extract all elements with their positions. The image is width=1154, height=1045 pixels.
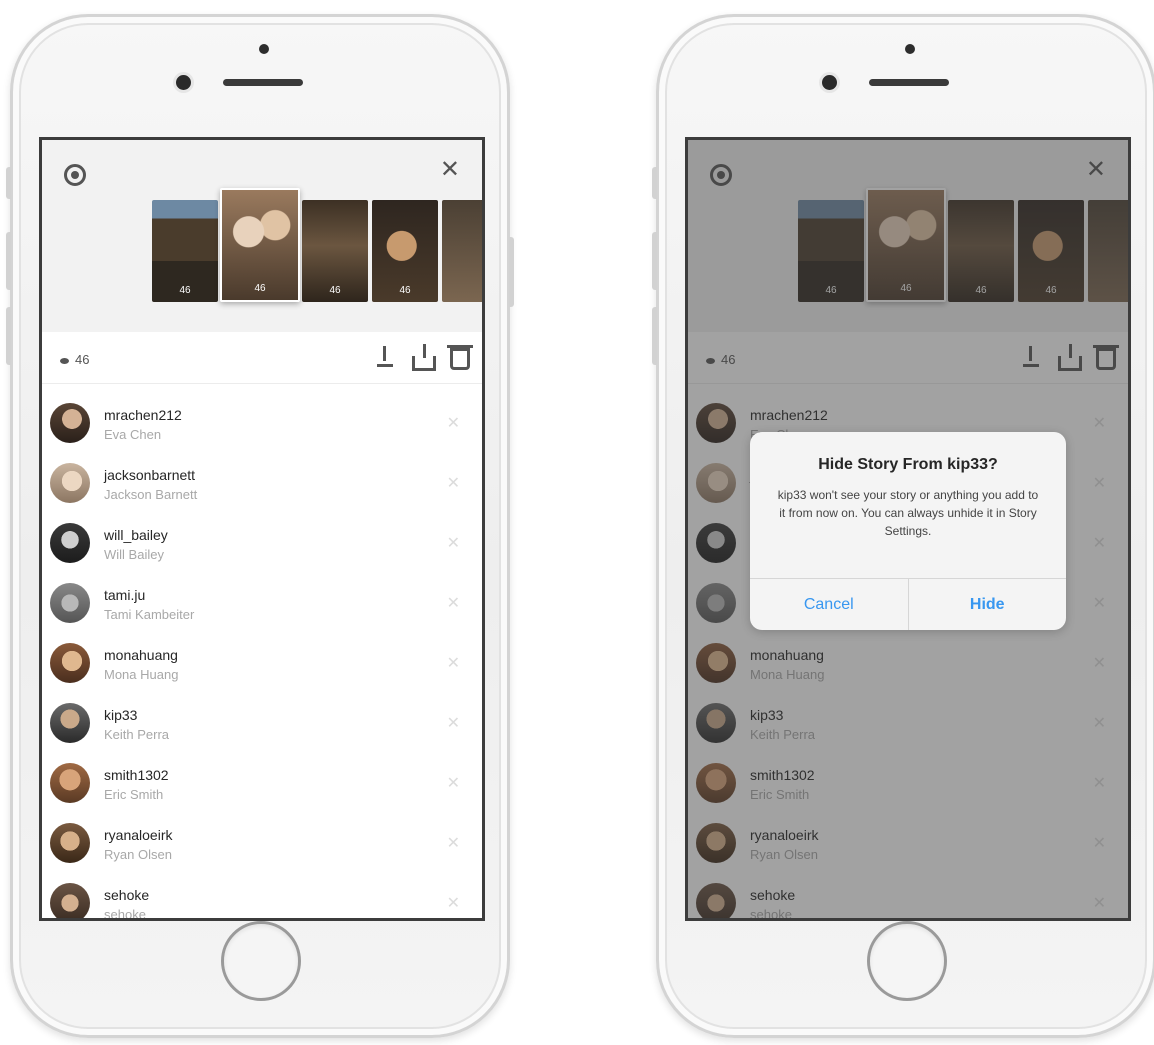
viewer-fullname: Ryan Olsen xyxy=(104,847,172,862)
list-item[interactable]: jacksonbarnett Jackson Barnett ✕ xyxy=(42,455,482,515)
viewer-username: kip33 xyxy=(104,707,138,723)
front-camera xyxy=(176,75,191,90)
trash-icon[interactable] xyxy=(447,345,473,370)
x-icon[interactable]: ✕ xyxy=(447,713,460,733)
close-icon[interactable]: ✕ xyxy=(440,158,460,182)
viewer-username: ryanaloeirk xyxy=(104,827,173,843)
mute-switch xyxy=(6,167,11,199)
viewer-fullname: Jackson Barnett xyxy=(104,487,198,502)
x-icon[interactable]: ✕ xyxy=(447,413,460,433)
dialog-message: kip33 won't see your story or anything y… xyxy=(777,488,1039,538)
viewer-username: jacksonbarnett xyxy=(104,467,196,483)
story-viewers-screen-dialog: ✕ 46 46 46 46 46 mrachen212Eva Chen✕ jac… xyxy=(685,137,1131,921)
story-thumbnail[interactable]: 46 xyxy=(152,200,218,302)
avatar[interactable] xyxy=(50,523,90,563)
viewer-username: tami.ju xyxy=(104,587,146,603)
story-thumbnail[interactable] xyxy=(442,200,482,302)
phone-right: ✕ 46 46 46 46 46 mrachen212Eva Chen✕ jac… xyxy=(652,14,1154,1038)
story-thumbnail-strip[interactable]: 46 46 46 46 xyxy=(152,188,482,310)
avatar[interactable] xyxy=(50,703,90,743)
story-stat-bar: 46 xyxy=(42,332,482,384)
list-item[interactable]: tami.ju Tami Kambeiter ✕ xyxy=(42,575,482,635)
share-icon[interactable] xyxy=(412,344,436,371)
viewer-count[interactable]: 46 xyxy=(60,352,89,367)
power-button xyxy=(509,237,514,307)
front-camera xyxy=(822,75,837,90)
gear-icon[interactable] xyxy=(64,164,86,186)
volume-up-button xyxy=(6,232,11,290)
story-actions xyxy=(372,344,473,372)
thumbnail-views: 46 xyxy=(179,285,191,296)
list-item[interactable]: monahuang Mona Huang ✕ xyxy=(42,635,482,695)
volume-down-button xyxy=(6,307,11,365)
x-icon[interactable]: ✕ xyxy=(447,473,460,493)
eye-icon xyxy=(60,357,69,364)
thumbnail-views: 46 xyxy=(399,285,411,296)
avatar[interactable] xyxy=(50,763,90,803)
viewer-list: mrachen212 Eva Chen ✕ jacksonbarnett Jackso… xyxy=(42,395,482,921)
earpiece-speaker xyxy=(223,79,303,86)
list-item[interactable]: kip33 Keith Perra ✕ xyxy=(42,695,482,755)
avatar[interactable] xyxy=(50,883,90,918)
list-item[interactable]: mrachen212 Eva Chen ✕ xyxy=(42,395,482,455)
avatar[interactable] xyxy=(50,643,90,683)
viewer-username: smith1302 xyxy=(104,767,169,783)
list-item[interactable]: sehoke sehoke ✕ xyxy=(42,875,482,921)
x-icon[interactable]: ✕ xyxy=(447,593,460,613)
viewer-fullname: Tami Kambeiter xyxy=(104,607,195,622)
viewer-fullname: Eric Smith xyxy=(104,787,164,802)
dialog-title: Hide Story From kip33? xyxy=(818,456,998,473)
viewer-username: will_bailey xyxy=(104,527,168,543)
avatar[interactable] xyxy=(50,583,90,623)
viewer-fullname: Eva Chen xyxy=(104,427,162,442)
viewer-count-value: 46 xyxy=(75,352,90,367)
phone-left: ✕ 46 46 46 46 46 mrachen212 Eva Chen ✕ jac… xyxy=(6,14,514,1038)
viewer-fullname: Mona Huang xyxy=(104,667,179,682)
viewer-fullname: sehoke xyxy=(104,907,146,921)
volume-up-button xyxy=(652,232,657,290)
thumbnail-views: 46 xyxy=(329,285,341,296)
avatar[interactable] xyxy=(50,403,90,443)
x-icon[interactable]: ✕ xyxy=(447,533,460,553)
front-sensor xyxy=(259,44,269,54)
story-viewers-screen: ✕ 46 46 46 46 46 mrachen212 Eva Chen ✕ jac… xyxy=(39,137,485,921)
home-button[interactable] xyxy=(221,921,301,1001)
home-button[interactable] xyxy=(867,921,947,1001)
mute-switch xyxy=(652,167,657,199)
x-icon[interactable]: ✕ xyxy=(447,833,460,853)
avatar[interactable] xyxy=(50,823,90,863)
front-sensor xyxy=(905,44,915,54)
volume-down-button xyxy=(652,307,657,365)
x-icon[interactable]: ✕ xyxy=(447,893,460,913)
viewer-fullname: Will Bailey xyxy=(104,547,164,562)
x-icon[interactable]: ✕ xyxy=(447,773,460,793)
hide-story-dialog: Hide Story From kip33? kip33 won't see y… xyxy=(750,432,1066,630)
viewer-fullname: Keith Perra xyxy=(104,727,170,742)
viewer-username: mrachen212 xyxy=(104,407,182,423)
story-thumbnails-area: ✕ 46 46 46 46 xyxy=(42,140,482,332)
earpiece-speaker xyxy=(869,79,949,86)
viewer-username: sehoke xyxy=(104,887,150,903)
cancel-button[interactable]: Cancel xyxy=(750,579,909,630)
download-icon[interactable] xyxy=(372,344,398,372)
story-thumbnail[interactable]: 46 xyxy=(302,200,368,302)
story-thumbnail[interactable]: 46 xyxy=(372,200,438,302)
x-icon[interactable]: ✕ xyxy=(447,653,460,673)
story-thumbnail-selected[interactable]: 46 xyxy=(220,188,300,302)
thumbnail-views: 46 xyxy=(254,283,266,294)
avatar[interactable] xyxy=(50,463,90,503)
dialog-buttons: Cancel Hide xyxy=(750,578,1066,630)
list-item[interactable]: smith1302 Eric Smith ✕ xyxy=(42,755,482,815)
hide-button[interactable]: Hide xyxy=(909,579,1067,630)
viewer-username: monahuang xyxy=(104,647,178,663)
list-item[interactable]: will_bailey Will Bailey ✕ xyxy=(42,515,482,575)
list-item[interactable]: ryanaloeirk Ryan Olsen ✕ xyxy=(42,815,482,875)
